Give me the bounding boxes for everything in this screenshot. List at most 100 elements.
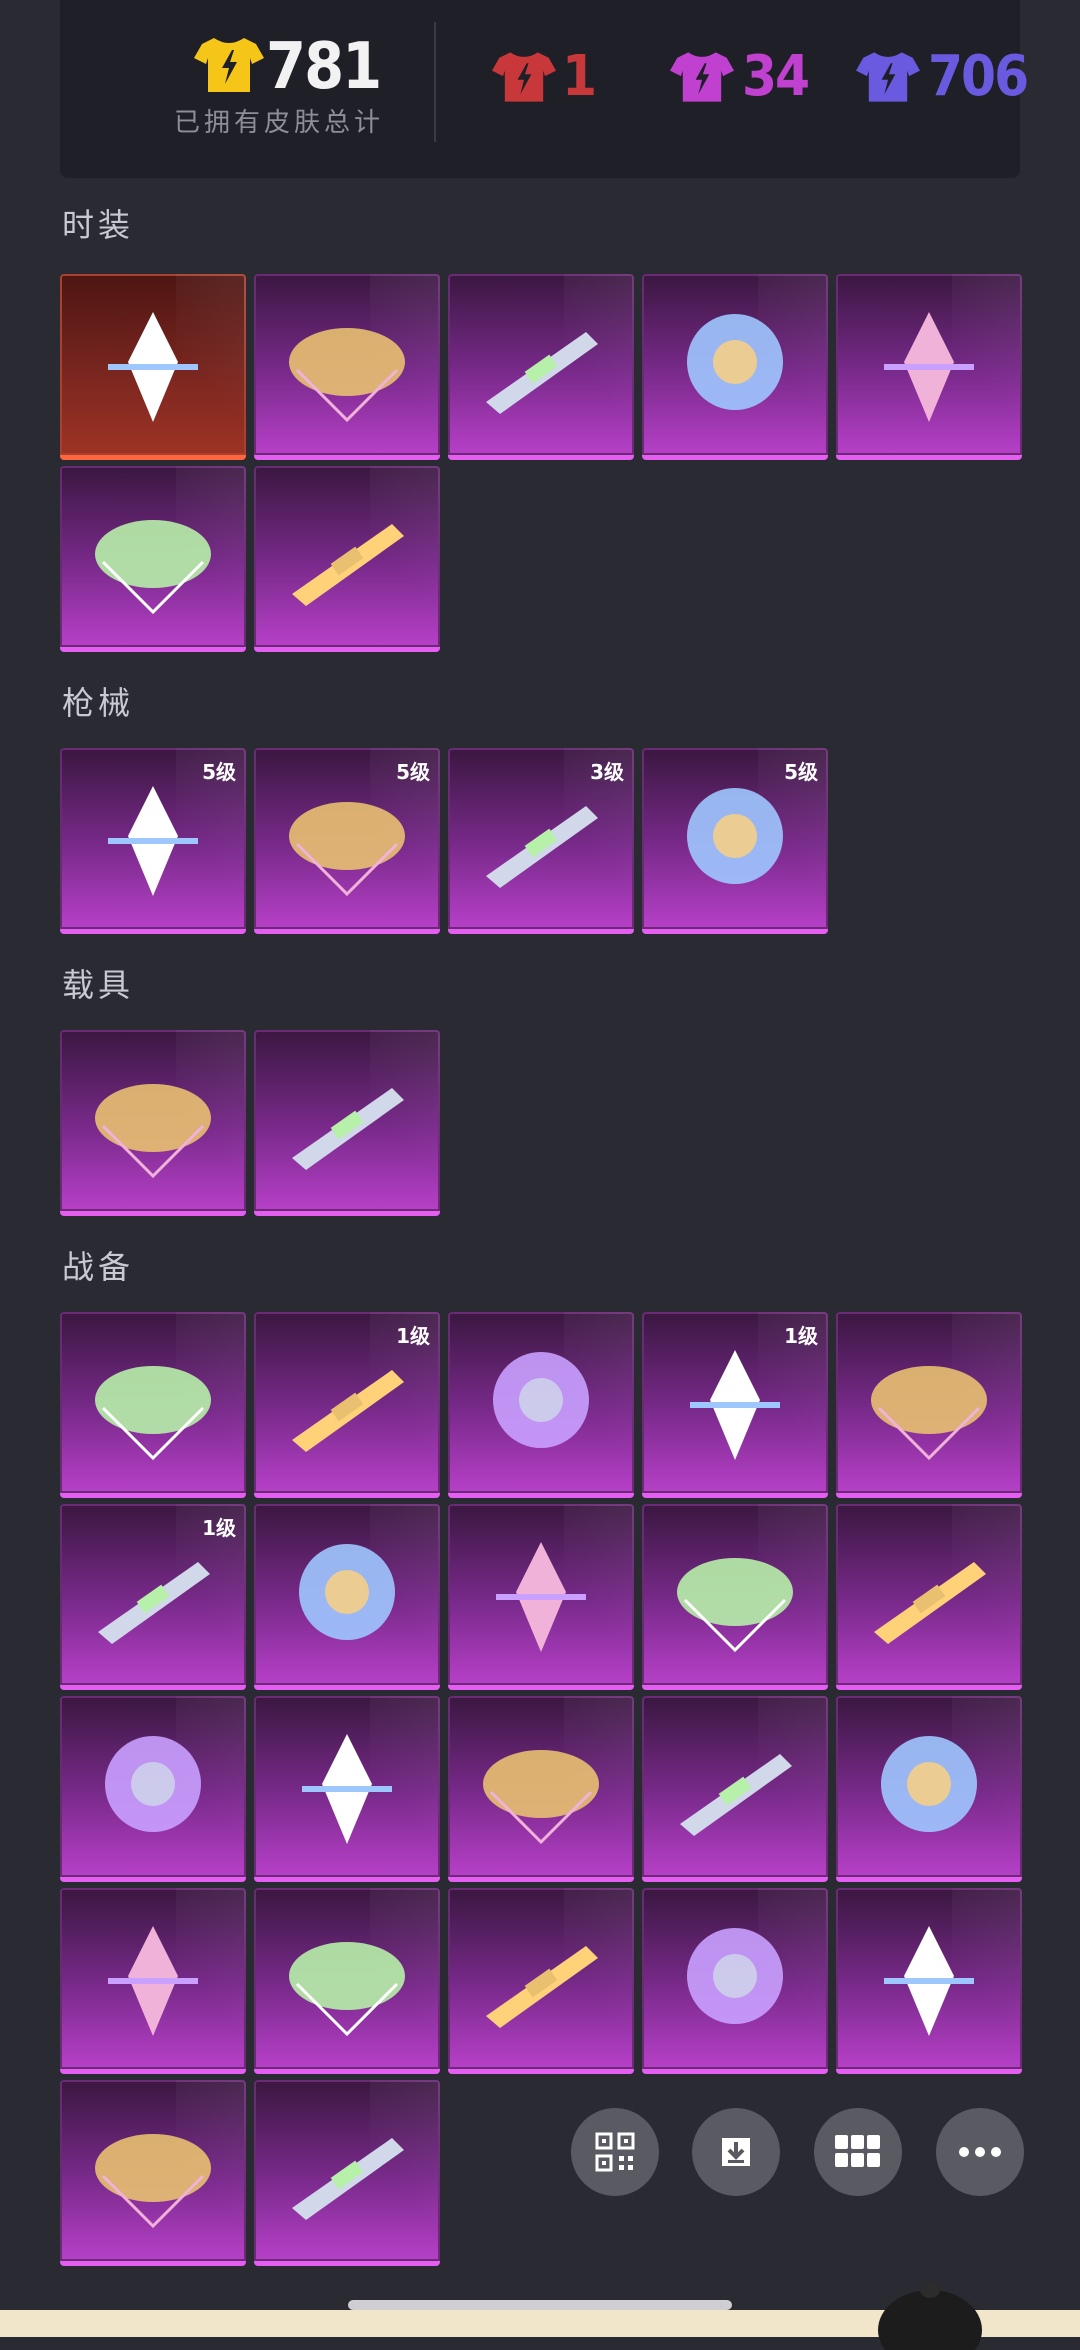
dark-armor-pair-card[interactable] [254,466,440,652]
download-button[interactable] [692,2108,780,2196]
puffer-jacket-pair-icon [289,328,405,423]
qr-code-button[interactable] [571,2108,659,2196]
blue-count: 706 [928,44,1029,109]
green-jet-glider-icon [690,1350,780,1460]
floral-wing-glider-icon [874,1562,986,1644]
level-badge: 3级 [590,760,624,784]
dark-rifle-card[interactable]: 3级 [448,748,634,934]
golden-cloud-icon [292,2138,404,2220]
blue-parachute-icon [95,1366,211,1461]
grid-button[interactable] [814,2108,902,2196]
white-bunny-parachute-card[interactable] [642,1888,828,2074]
green-leaf-parachute-card[interactable] [448,1696,634,1882]
red-blade-glider-card[interactable] [448,1312,634,1498]
total-count: 781 [266,30,382,104]
total-caption: 已拥有皮肤总计 [174,108,385,138]
silver-wing-glider-icon [289,1942,405,2037]
pink-parachute-icon [302,1734,392,1844]
more-button[interactable] [936,2108,1024,2196]
section-title-outfits: 时装 [62,206,135,244]
sky-dome-parachute-icon [680,1754,792,1836]
blue-parachute-card[interactable] [60,1312,246,1498]
blue-shirt-icon [856,52,920,102]
rainbow-ring-glider-card[interactable] [60,2080,246,2266]
silver-sports-car-icon [292,1088,404,1170]
level-badge: 1级 [784,1324,818,1348]
jade-wing-glider-icon [871,1366,987,1461]
black-gold-parachute-icon [105,1736,201,1832]
silver-wing-glider-card[interactable] [254,1888,440,2074]
ufo-glider-icon [884,1926,974,2036]
gold-fan-parachute-card[interactable] [254,1504,440,1690]
level-badge: 5级 [784,760,818,784]
crystal-shards-glider-icon [496,1542,586,1652]
mummy-outfit-card[interactable] [60,274,246,460]
red-count: 1 [562,44,597,109]
bear-balloon-icon [677,1558,793,1653]
dark-armor-pair-icon [292,524,404,606]
pegasus-chariot-card[interactable]: 1级 [60,1504,246,1690]
blue-dress-outfit-icon [687,314,783,410]
pink-fairy-glider-icon [881,1736,977,1832]
kar98-rifle-card[interactable]: 5级 [254,748,440,934]
golden-qilin-card[interactable] [60,1030,246,1216]
silver-sports-car-card[interactable] [254,1030,440,1216]
kar98-rifle-icon [289,802,405,897]
gold-rifle-icon [108,786,198,896]
section-title-weapons: 枪械 [62,684,135,722]
blue-dress-outfit-card[interactable] [642,274,828,460]
grid-icon [835,2135,880,2167]
gold-shirt-icon [194,38,264,92]
crystal-shards-glider-card[interactable] [448,1504,634,1690]
purple-count: 34 [742,44,810,109]
white-suit-pair-icon [95,520,211,615]
toy-box-parachute-card[interactable] [448,1888,634,2074]
golden-qilin-icon [95,1084,211,1179]
pink-rifle-icon [687,788,783,884]
white-suit-pair-card[interactable] [60,466,246,652]
level-badge: 1级 [396,1324,430,1348]
pegasus-chariot-icon [98,1562,210,1644]
mummy-outfit-icon [108,312,198,422]
white-robe-pair-icon [486,332,598,414]
section-title-gear: 战备 [62,1248,135,1286]
black-gold-parachute-card[interactable] [60,1696,246,1882]
white-bunny-parachute-icon [687,1928,783,2024]
purple-shirt-icon [670,52,734,102]
puffer-jacket-pair-card[interactable] [254,274,440,460]
green-jet-glider-card[interactable]: 1级 [642,1312,828,1498]
gold-fan-parachute-icon [299,1544,395,1640]
jade-wing-glider-card[interactable] [836,1312,1022,1498]
level-badge: 5级 [396,760,430,784]
pink-rifle-card[interactable]: 5级 [642,748,828,934]
purple-wave-parachute-card[interactable] [60,1888,246,2074]
sky-dome-parachute-card[interactable] [642,1696,828,1882]
rainbow-ring-glider-icon [95,2134,211,2229]
skin-summary: 781 已拥有皮肤总计 1 34 706 [60,0,1029,178]
gold-rifle-card[interactable]: 5级 [60,748,246,934]
download-icon [722,2138,750,2166]
pink-fairy-glider-card[interactable] [836,1696,1022,1882]
helmet-icon [878,2282,982,2350]
golden-cloud-card[interactable] [254,2080,440,2266]
green-leaf-parachute-icon [483,1750,599,1845]
black-dragon-card[interactable]: 1级 [254,1312,440,1498]
level-badge: 5级 [202,760,236,784]
pink-parachute-card[interactable] [254,1696,440,1882]
floral-wing-glider-card[interactable] [836,1504,1022,1690]
purple-wave-parachute-icon [108,1926,198,2036]
black-dragon-icon [292,1370,404,1452]
white-robe-pair-card[interactable] [448,274,634,460]
red-shirt-icon [492,52,556,102]
section-title-vehicles: 载具 [62,966,135,1004]
total-skins: 781 已拥有皮肤总计 [130,30,382,146]
red-blade-glider-icon [493,1352,589,1448]
qr-code-icon [595,2132,635,2172]
silver-armor-pair-card[interactable] [836,274,1022,460]
dark-rifle-icon [486,806,598,888]
ufo-glider-card[interactable] [836,1888,1022,2074]
divider [434,22,436,142]
level-badge: 1级 [202,1516,236,1540]
home-indicator[interactable] [348,2300,732,2310]
bear-balloon-card[interactable] [642,1504,828,1690]
